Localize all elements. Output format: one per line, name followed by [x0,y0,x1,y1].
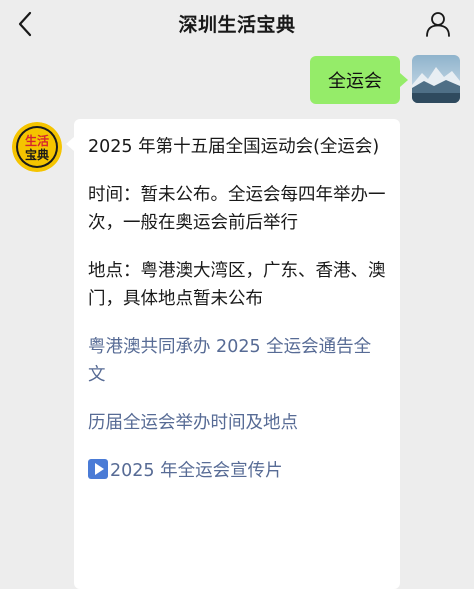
bot-message-bubble: 2025 年第十五届全国运动会(全运会) 时间：暂未公布。全运会每四年举办一次，… [66,119,400,589]
profile-button[interactable] [422,8,454,40]
bot-avatar-line2: 宝典 [25,147,49,162]
top-bar: 深圳生活宝典 [0,0,474,50]
user-message-bubble: 全运会 [310,56,408,104]
announcement-link[interactable]: 粤港澳共同承办 2025 全运会通告全文 [88,333,386,389]
promo-video-label: 2025 年全运会宣传片 [110,461,283,481]
bot-logo-image: 生活 宝典 [12,122,62,172]
event-location-text: 地点：粤港澳大湾区，广东、香港、澳门，具体地点暂未公布 [88,261,386,309]
chat-title: 深圳生活宝典 [178,14,296,36]
bot-avatar[interactable]: 生活 宝典 [12,122,62,172]
user-avatar[interactable] [412,55,460,103]
play-icon [88,459,108,479]
user-message-text: 全运会 [328,71,382,92]
person-icon [426,12,450,37]
promo-video-link[interactable]: 2025 年全运会宣传片 [88,457,386,485]
bot-avatar-line1: 生活 [25,133,49,148]
landscape-avatar-image [412,55,460,103]
history-link[interactable]: 历届全运会举办时间及地点 [88,409,386,437]
event-time-text: 时间：暂未公布。全运会每四年举办一次，一般在奥运会前后举行 [88,185,386,233]
event-title-text: 2025 年第十五届全国运动会(全运会) [88,137,380,157]
